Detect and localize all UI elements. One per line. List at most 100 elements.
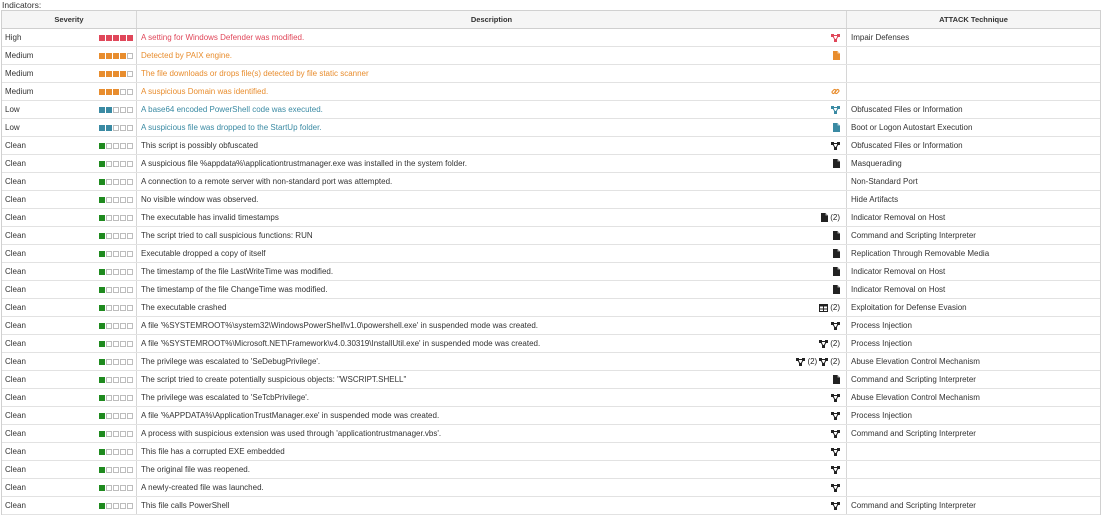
technique-text: Abuse Elevation Control Mechanism [851,393,980,402]
file-icon[interactable] [833,249,840,258]
table-row[interactable]: Clean The script tried to create potentia… [2,371,1100,389]
table-row[interactable]: Clean A suspicious file %appdata%\applica… [2,155,1100,173]
section-title: Indicators: [2,0,42,10]
severity-meter-segment [113,340,119,347]
description-cell: A newly-created file was launched. [137,479,847,496]
table-row[interactable]: Clean No visible window was observed. Hide… [2,191,1100,209]
description-text: A connection to a remote server with non… [141,177,393,186]
severity-meter-segment [113,214,119,221]
severity-meter-segment [113,286,119,293]
description-text: Executable dropped a copy of itself [141,249,266,258]
table-row[interactable]: Clean The executable crashed (2) Exploitati… [2,299,1100,317]
table-row[interactable]: Clean A connection to a remote server wit… [2,173,1100,191]
severity-meter-segment [120,232,126,239]
technique-cell: Masquerading [847,155,1100,172]
graph-icon[interactable] [819,339,829,348]
graph-icon[interactable] [831,141,840,150]
table-row[interactable]: Clean Executable dropped a copy of itself… [2,245,1100,263]
table-row[interactable]: Clean The original file was reopened. [2,461,1100,479]
technique-text: Obfuscated Files or Information [851,141,963,150]
graph-icon[interactable] [831,465,840,474]
severity-label: Clean [5,303,26,312]
file-icon[interactable] [833,285,840,294]
file-icon[interactable] [833,159,840,168]
table-row[interactable]: Clean The timestamp of the file ChangeTim… [2,281,1100,299]
severity-meter-segment [120,448,126,455]
severity-meter [99,124,133,131]
evidence-icons: (2) [819,303,840,312]
severity-label: Clean [5,159,26,168]
table-row[interactable]: Clean The privilege was escalated to 'SeD… [2,353,1100,371]
severity-meter-segment [127,358,133,365]
file-icon[interactable] [833,123,840,132]
description-column-header[interactable]: Description [137,11,847,28]
table-row[interactable]: Clean The script tried to call suspicious… [2,227,1100,245]
severity-meter-segment [120,34,126,41]
file-icon[interactable] [833,375,840,384]
table-row[interactable]: Clean A file '%SYSTEMROOT%\system32\Windo… [2,317,1100,335]
graph-icon[interactable] [831,501,840,510]
table-row[interactable]: Clean The executable has invalid timestam… [2,209,1100,227]
table-row[interactable]: High A setting for Windows Defender was m… [2,29,1100,47]
table-row[interactable]: Clean This file calls PowerShell Command a… [2,497,1100,515]
description-text: The executable has invalid timestamps [141,213,279,222]
graph-icon[interactable] [831,33,840,42]
severity-cell: Clean [2,191,137,208]
table-row[interactable]: Low A base64 encoded PowerShell code was … [2,101,1100,119]
graph-icon[interactable] [831,483,840,492]
table-row[interactable]: Medium The file downloads or drops file(s… [2,65,1100,83]
severity-meter-segment [120,304,126,311]
description-text: A suspicious file was dropped to the Sta… [141,123,322,132]
description-cell: A setting for Windows Defender was modif… [137,29,847,46]
severity-meter-segment [120,70,126,77]
table-row[interactable]: Clean A file '%APPDATA%\ApplicationTrustM… [2,407,1100,425]
severity-meter-segment [106,394,112,401]
severity-cell: Clean [2,335,137,352]
description-cell: A process with suspicious extension was … [137,425,847,442]
description-text: Detected by PAIX engine. [141,51,233,60]
severity-meter-segment [113,448,119,455]
severity-meter [99,160,133,167]
table-row[interactable]: Clean This file has a corrupted EXE embed… [2,443,1100,461]
link-icon[interactable] [831,87,840,96]
table-row[interactable]: Clean The timestamp of the file LastWrite… [2,263,1100,281]
table-row[interactable]: Medium Detected by PAIX engine. [2,47,1100,65]
technique-cell: Abuse Elevation Control Mechanism [847,389,1100,406]
graph-icon[interactable] [796,357,806,366]
graph-icon[interactable] [819,357,829,366]
severity-meter [99,448,133,455]
description-text: The timestamp of the file LastWriteTime … [141,267,334,276]
graph-icon[interactable] [831,411,840,420]
graph-icon[interactable] [831,447,840,456]
table-row[interactable]: Clean A newly-created file was launched. [2,479,1100,497]
technique-column-header[interactable]: ATTACK Technique [847,11,1100,28]
technique-text: Boot or Logon Autostart Execution [851,123,973,132]
table-icon[interactable] [819,303,829,312]
description-cell: This file has a corrupted EXE embedded [137,443,847,460]
graph-icon[interactable] [831,429,840,438]
severity-column-header[interactable]: Severity [2,11,137,28]
file-icon[interactable] [821,213,829,222]
table-row[interactable]: Clean The privilege was escalated to 'SeT… [2,389,1100,407]
table-row[interactable]: Clean A file '%SYSTEMROOT%\Microsoft.NET\… [2,335,1100,353]
table-row[interactable]: Low A suspicious file was dropped to the … [2,119,1100,137]
graph-icon[interactable] [831,393,840,402]
severity-meter-segment [127,52,133,59]
severity-meter [99,484,133,491]
severity-meter [99,322,133,329]
file-icon[interactable] [833,231,840,240]
graph-icon[interactable] [831,105,840,114]
severity-meter [99,142,133,149]
severity-meter-segment [120,124,126,131]
description-cell: The file downloads or drops file(s) dete… [137,65,847,82]
evidence-icons [831,429,840,438]
table-row[interactable]: Medium A suspicious Domain was identified… [2,83,1100,101]
description-text: The privilege was escalated to 'SeTcbPri… [141,393,310,402]
file-icon[interactable] [833,267,840,276]
table-row[interactable]: Clean A process with suspicious extension… [2,425,1100,443]
evidence-count: (2) [830,213,840,222]
file-icon[interactable] [833,51,840,60]
graph-icon[interactable] [831,321,840,330]
evidence-count: (2) [830,339,840,348]
table-row[interactable]: Clean This script is possibly obfuscated O… [2,137,1100,155]
